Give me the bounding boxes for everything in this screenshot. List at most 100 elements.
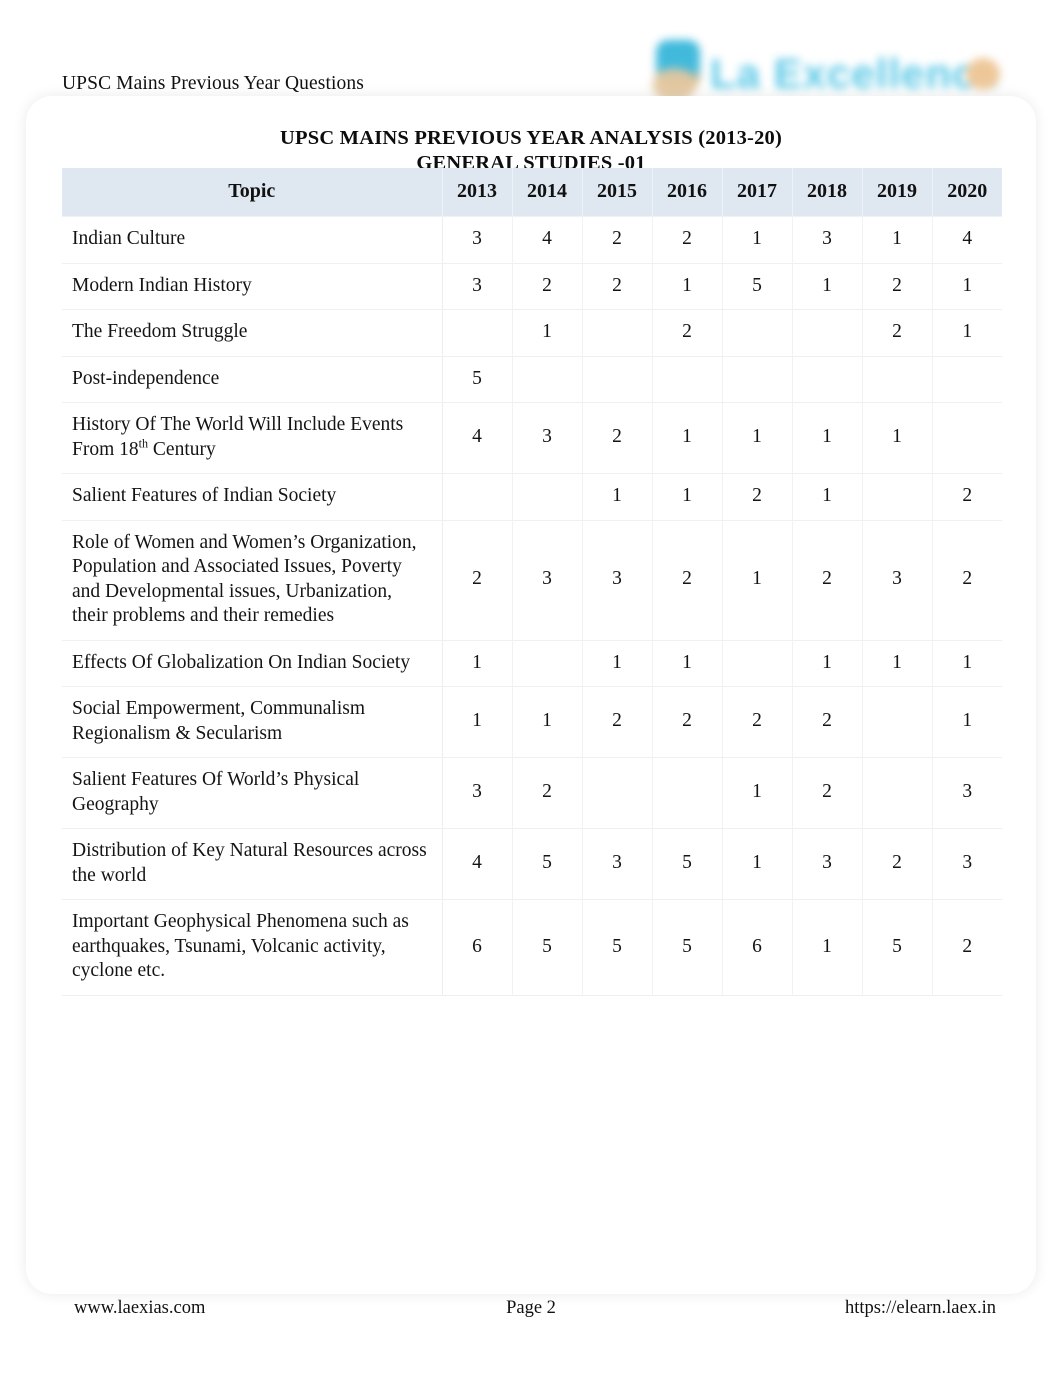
cell-count-2017: 1 — [722, 828, 793, 900]
cell-count-2019 — [862, 686, 933, 758]
cell-topic: Social Empowerment, Communalism Regional… — [62, 686, 443, 758]
cell-count-2020: 1 — [932, 263, 1002, 310]
cell-count-2019: 5 — [862, 899, 933, 996]
cell-count-2013: 4 — [442, 402, 513, 474]
cell-count-2013: 2 — [442, 520, 513, 641]
cell-count-2015: 5 — [582, 899, 653, 996]
cell-count-2018: 1 — [792, 899, 863, 996]
cell-count-2019: 1 — [862, 402, 933, 474]
cell-count-2017: 1 — [722, 520, 793, 641]
cell-topic: Post-independence — [62, 356, 443, 403]
cell-count-2014: 1 — [512, 309, 583, 357]
cell-count-2013: 3 — [442, 757, 513, 829]
cell-count-2015: 3 — [582, 520, 653, 641]
cell-count-2019: 3 — [862, 520, 933, 641]
cell-count-2014: 1 — [512, 686, 583, 758]
cell-count-2017: 6 — [722, 899, 793, 996]
upsc-mains-analysis-table: Topic 2013 2014 2015 2016 2017 2018 2019 2020 In… — [62, 168, 1002, 996]
logo-wordmark: La Excellence — [710, 50, 1001, 97]
cell-count-2017 — [722, 640, 793, 687]
cell-count-2020 — [932, 356, 1002, 403]
column-header-2016: 2016 — [652, 168, 723, 217]
cell-count-2014: 3 — [512, 402, 583, 474]
header-title: UPSC Mains Previous Year Questions — [62, 73, 364, 94]
cell-topic: Indian Culture — [62, 216, 443, 264]
cell-count-2014: 2 — [512, 757, 583, 829]
footer-elearn-url[interactable]: https://elearn.laex.in — [845, 1298, 996, 1319]
cell-topic: Modern Indian History — [62, 263, 443, 310]
cell-count-2015 — [582, 356, 653, 403]
cell-count-2017: 1 — [722, 216, 793, 264]
cell-count-2020: 3 — [932, 757, 1002, 829]
cell-count-2014 — [512, 473, 583, 521]
cell-count-2017: 2 — [722, 686, 793, 758]
cell-count-2017: 5 — [722, 263, 793, 310]
document-page-body: UPSC MAINS PREVIOUS YEAR ANALYSIS (2013-… — [36, 106, 1026, 1284]
cell-count-2013 — [442, 309, 513, 357]
cell-count-2018: 1 — [792, 640, 863, 687]
cell-count-2018 — [792, 356, 863, 403]
cell-count-2016: 2 — [652, 216, 723, 264]
cell-topic: Salient Features Of World’s Physical Geo… — [62, 757, 443, 829]
cell-count-2017: 1 — [722, 402, 793, 474]
cell-count-2014: 5 — [512, 828, 583, 900]
page-header: UPSC Mains Previous Year Questions La Ex… — [0, 0, 1062, 108]
cell-count-2018: 2 — [792, 520, 863, 641]
logo-trailing-dot-icon — [966, 58, 1000, 90]
cell-count-2018: 1 — [792, 402, 863, 474]
table-row: Salient Features Of World’s Physical Geo… — [62, 757, 1002, 829]
column-header-2014: 2014 — [512, 168, 583, 217]
table-body: Indian Culture 3 4 2 2 1 3 1 4 Modern Indian Hist… — [62, 216, 1002, 996]
table-header: Topic 2013 2014 2015 2016 2017 2018 2019 2020 — [62, 168, 1002, 217]
table-row: Modern Indian History 3 2 2 1 5 1 2 1 — [62, 263, 1002, 310]
cell-count-2020: 1 — [932, 686, 1002, 758]
cell-count-2020: 4 — [932, 216, 1002, 264]
cell-count-2019 — [862, 757, 933, 829]
document-content-card: UPSC MAINS PREVIOUS YEAR ANALYSIS (2013-… — [36, 106, 1026, 1284]
cell-count-2016: 1 — [652, 640, 723, 687]
cell-count-2016 — [652, 356, 723, 403]
cell-count-2018: 2 — [792, 757, 863, 829]
cell-count-2019: 2 — [862, 828, 933, 900]
table-row: Salient Features of Indian Society 1 1 2 1 2 — [62, 473, 1002, 521]
cell-count-2016: 5 — [652, 828, 723, 900]
table-row: Effects Of Globalization On Indian Socie… — [62, 640, 1002, 687]
cell-count-2013: 1 — [442, 686, 513, 758]
column-header-2019: 2019 — [862, 168, 933, 217]
cell-count-2018: 3 — [792, 828, 863, 900]
table-row: Distribution of Key Natural Resources ac… — [62, 828, 1002, 900]
cell-count-2020: 3 — [932, 828, 1002, 900]
cell-count-2019: 2 — [862, 309, 933, 357]
cell-topic: Distribution of Key Natural Resources ac… — [62, 828, 443, 900]
page-footer: www.laexias.com Page 2 https://elearn.la… — [0, 1298, 1062, 1338]
cell-count-2013 — [442, 473, 513, 521]
cell-count-2020: 2 — [932, 473, 1002, 521]
cell-count-2015: 2 — [582, 263, 653, 310]
table-row: The Freedom Struggle 1 2 2 1 — [62, 309, 1002, 357]
cell-count-2020: 2 — [932, 520, 1002, 641]
table-row: Post-independence 5 — [62, 356, 1002, 403]
cell-count-2014 — [512, 356, 583, 403]
cell-count-2018 — [792, 309, 863, 357]
column-header-2017: 2017 — [722, 168, 793, 217]
cell-count-2013: 3 — [442, 216, 513, 264]
cell-count-2013: 3 — [442, 263, 513, 310]
cell-count-2016: 2 — [652, 309, 723, 357]
cell-count-2014 — [512, 640, 583, 687]
cell-count-2016: 2 — [652, 686, 723, 758]
cell-count-2015: 2 — [582, 686, 653, 758]
cell-count-2017: 1 — [722, 757, 793, 829]
cell-count-2020 — [932, 402, 1002, 474]
cell-count-2020: 2 — [932, 899, 1002, 996]
cell-count-2014: 5 — [512, 899, 583, 996]
cell-count-2018: 3 — [792, 216, 863, 264]
cell-count-2015 — [582, 309, 653, 357]
table-row: Role of Women and Women’s Organization, … — [62, 520, 1002, 641]
cell-count-2019 — [862, 473, 933, 521]
cell-count-2017 — [722, 309, 793, 357]
cell-count-2013: 4 — [442, 828, 513, 900]
column-header-2020: 2020 — [932, 168, 1002, 217]
cell-count-2020: 1 — [932, 309, 1002, 357]
cell-count-2018: 1 — [792, 263, 863, 310]
cell-count-2017: 2 — [722, 473, 793, 521]
